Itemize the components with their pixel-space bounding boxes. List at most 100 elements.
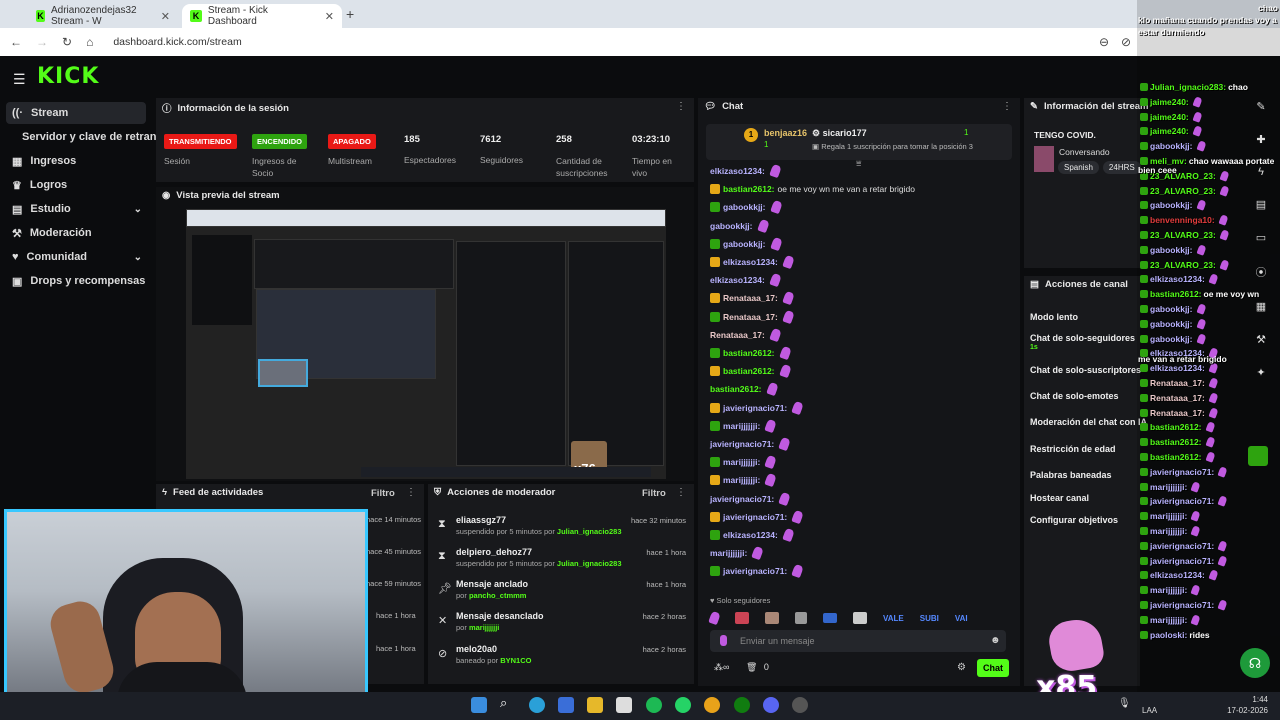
discord-icon[interactable] bbox=[763, 697, 779, 713]
users-icon[interactable]: ⁂∞ bbox=[714, 662, 729, 672]
chat-username[interactable]: marijjjjjji: bbox=[710, 548, 747, 558]
spotify-icon[interactable] bbox=[646, 697, 662, 713]
channel-action-item[interactable]: Modo lento bbox=[1030, 312, 1078, 322]
edge-icon[interactable] bbox=[529, 697, 545, 713]
xbox-icon[interactable] bbox=[734, 697, 750, 713]
emote[interactable] bbox=[708, 610, 721, 626]
chrome-icon[interactable] bbox=[704, 697, 720, 713]
url-input[interactable]: dashboard.kick.com/stream bbox=[113, 36, 241, 48]
chat-username[interactable]: elkizaso1234: bbox=[710, 275, 765, 285]
tag[interactable]: Spanish bbox=[1058, 161, 1099, 174]
search-icon[interactable]: ⌕ bbox=[500, 695, 516, 711]
sidebar-item-stream[interactable]: ((· Stream bbox=[6, 102, 146, 124]
channel-action-item[interactable]: Hostear canal bbox=[1030, 493, 1089, 503]
chat-username[interactable]: gabookkjj: bbox=[710, 221, 753, 231]
home-icon[interactable]: ⌂ bbox=[86, 35, 93, 49]
emote[interactable] bbox=[735, 612, 749, 624]
emote[interactable]: VALE bbox=[883, 614, 904, 623]
sidebar-item-server-key[interactable]: Servidor y clave de retransm bbox=[6, 126, 172, 148]
chat-username[interactable]: elkizaso1234: bbox=[723, 257, 778, 267]
chat-username[interactable]: marijjjjjji: bbox=[723, 475, 760, 485]
sidebar-item-moderacion[interactable]: ⚒ Moderación bbox=[6, 222, 146, 244]
channel-action-item[interactable]: Configurar objetivos bbox=[1030, 515, 1118, 525]
channel-action-item[interactable]: Chat de solo-seguidores bbox=[1030, 333, 1135, 343]
chat-username[interactable]: bastian2612: bbox=[723, 366, 775, 376]
trash-icon[interactable]: 🗑︎ bbox=[746, 662, 757, 672]
support-headset-icon[interactable]: ☊ bbox=[1240, 648, 1270, 678]
close-tab-icon[interactable]: ✕ bbox=[325, 10, 334, 23]
folder-icon[interactable] bbox=[587, 697, 603, 713]
channel-action-item[interactable]: Chat de solo-emotes bbox=[1030, 391, 1119, 401]
hide-icon[interactable]: ⊘ bbox=[1121, 35, 1131, 49]
clipboard-icon[interactable]: ▤ bbox=[1256, 198, 1266, 211]
emote[interactable]: VAI bbox=[955, 614, 968, 623]
new-tab-icon[interactable]: + bbox=[346, 6, 354, 22]
chat-username[interactable]: javierignacio71: bbox=[723, 403, 787, 413]
send-chat-button[interactable]: Chat bbox=[977, 659, 1009, 677]
chat-username[interactable]: bastian2612: bbox=[710, 384, 762, 394]
plus-icon[interactable]: ✚ bbox=[1256, 133, 1265, 146]
whatsapp-icon[interactable] bbox=[675, 697, 691, 713]
tag[interactable]: 24HRS bbox=[1102, 161, 1141, 174]
sidebar-item-ingresos[interactable]: ▦ Ingresos bbox=[6, 150, 146, 172]
more-options-icon[interactable]: ⋮ bbox=[1002, 101, 1012, 112]
gift-sub-promo[interactable]: ▣ Regala 1 suscripción para tomar la pos… bbox=[812, 142, 973, 151]
chat-username[interactable]: javierignacio71: bbox=[710, 494, 774, 504]
sidebar-item-drops[interactable]: ▣ Drops y recompensas bbox=[6, 270, 146, 292]
chat-username[interactable]: Renataaa_17: bbox=[723, 312, 778, 322]
window-icon[interactable]: ▦ bbox=[1256, 300, 1266, 313]
chat-username[interactable]: javierignacio71: bbox=[723, 512, 787, 522]
kick-logo[interactable]: KICK bbox=[37, 64, 99, 89]
input-language[interactable]: LAA bbox=[1142, 706, 1157, 715]
chat-username[interactable]: elkizaso1234: bbox=[710, 166, 765, 176]
store-icon[interactable] bbox=[558, 697, 574, 713]
reload-icon[interactable]: ↻ bbox=[62, 35, 72, 49]
channel-action-item[interactable]: Moderación del chat con IA bbox=[1030, 417, 1147, 427]
back-icon[interactable]: ← bbox=[10, 35, 22, 49]
chat-input[interactable]: Enviar un mensaje ☻ bbox=[710, 630, 1006, 652]
forward-icon[interactable]: → bbox=[36, 35, 48, 49]
chat-icon[interactable]: ▭ bbox=[1256, 231, 1266, 244]
close-tab-icon[interactable]: ✕ bbox=[161, 10, 170, 23]
more-options-icon[interactable]: ⋮ bbox=[406, 487, 416, 498]
sidebar-item-comunidad[interactable]: ♥ Comunidad ⌄ bbox=[6, 246, 146, 268]
chat-username[interactable]: gabookkjj: bbox=[723, 202, 766, 212]
filter-button[interactable]: Filtro bbox=[642, 488, 666, 499]
emoji-icon[interactable]: ☻ bbox=[990, 635, 1001, 646]
chat-username[interactable]: Renataaa_17: bbox=[710, 330, 765, 340]
notepad-icon[interactable] bbox=[616, 697, 632, 713]
emote[interactable] bbox=[823, 613, 837, 623]
filter-button[interactable]: Filtro bbox=[371, 488, 395, 499]
star-icon[interactable]: ✦ bbox=[1256, 366, 1265, 379]
sidebar-item-logros[interactable]: ♛ Logros bbox=[6, 174, 146, 196]
chat-username[interactable]: javierignacio71: bbox=[723, 566, 787, 576]
tool-icon[interactable]: ⚒ bbox=[1256, 333, 1266, 346]
sidebar-item-estudio[interactable]: ▤ Estudio ⌄ bbox=[6, 198, 146, 220]
leader-user-1[interactable]: benjaaz16 bbox=[764, 128, 807, 138]
browser-tab-2[interactable]: K Stream - Kick Dashboard ✕ bbox=[182, 4, 342, 28]
chat-username[interactable]: Renataaa_17: bbox=[723, 293, 778, 303]
chat-username[interactable]: javierignacio71: bbox=[710, 439, 774, 449]
collapse-icon[interactable]: ⩸ bbox=[856, 158, 861, 169]
chat-username[interactable]: marijjjjjji: bbox=[723, 457, 760, 467]
menu-icon[interactable]: ☰ bbox=[13, 71, 26, 88]
chat-username[interactable]: bastian2612: bbox=[723, 348, 775, 358]
windows-start-icon[interactable] bbox=[471, 697, 487, 713]
broadcast-icon[interactable]: ⦿ bbox=[1256, 264, 1267, 280]
channel-action-item[interactable]: Restricción de edad bbox=[1030, 444, 1116, 454]
lightning-icon[interactable]: ϟ bbox=[1258, 166, 1264, 178]
app-icon[interactable] bbox=[792, 697, 808, 713]
emote[interactable] bbox=[853, 612, 867, 624]
more-options-icon[interactable]: ⋮ bbox=[676, 101, 686, 112]
edit-icon[interactable]: ✎ bbox=[1256, 100, 1265, 113]
chat-username[interactable]: marijjjjjji: bbox=[723, 421, 760, 431]
zoom-icon[interactable]: ⊖ bbox=[1099, 35, 1109, 49]
more-options-icon[interactable]: ⋮ bbox=[676, 487, 686, 498]
clock[interactable]: 1:44 17-02-2026 bbox=[1222, 694, 1268, 716]
channel-action-item[interactable]: Chat de solo-suscriptores bbox=[1030, 365, 1141, 375]
leader-user-2[interactable]: ⚙ sicario177 bbox=[812, 128, 867, 139]
sticker-icon[interactable] bbox=[720, 635, 727, 646]
browser-tab-1[interactable]: K Adrianozendejas32 Stream - W ✕ bbox=[28, 4, 178, 28]
green-action-icon[interactable] bbox=[1248, 446, 1268, 466]
channel-action-item[interactable]: Palabras baneadas bbox=[1030, 470, 1112, 480]
